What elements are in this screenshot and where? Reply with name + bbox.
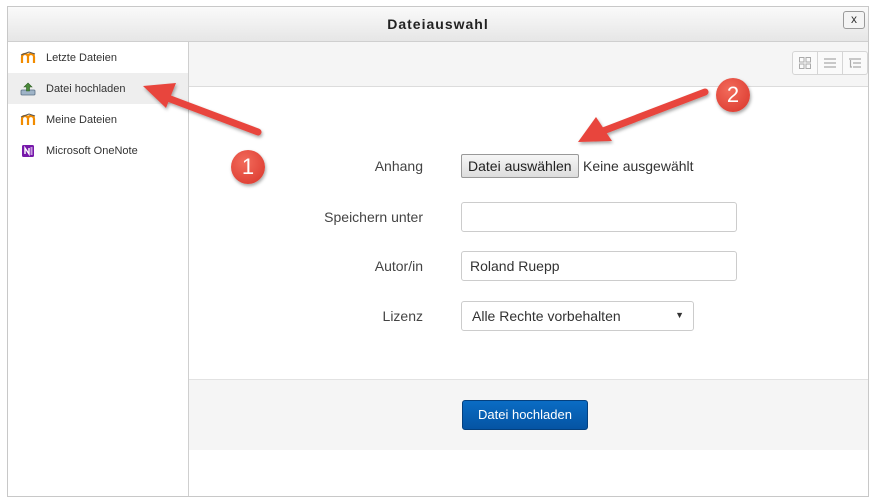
save-as-input[interactable] bbox=[461, 202, 737, 232]
annotation-badge-1: 1 bbox=[231, 150, 265, 184]
chevron-down-icon: ▼ bbox=[675, 310, 684, 320]
author-label: Autor/in bbox=[374, 258, 423, 274]
dialog-footer: Datei hochladen bbox=[189, 379, 868, 450]
sidebar-item-label: Meine Dateien bbox=[46, 113, 117, 126]
choose-file-button[interactable]: Datei auswählen bbox=[461, 154, 579, 178]
license-select-value: Alle Rechte vorbehalten bbox=[472, 308, 621, 324]
grid-view-button[interactable] bbox=[793, 52, 818, 74]
sidebar-item-recent-files[interactable]: Letzte Dateien bbox=[8, 42, 188, 73]
attachment-row: Anhang Datei auswählen Keine ausgewählt bbox=[189, 151, 849, 181]
license-label: Lizenz bbox=[382, 308, 423, 324]
tree-view-button[interactable] bbox=[843, 52, 867, 74]
upload-file-button[interactable]: Datei hochladen bbox=[462, 400, 588, 430]
tree-view-icon bbox=[849, 58, 861, 68]
grid-view-icon bbox=[799, 57, 811, 69]
sidebar-item-upload[interactable]: Datei hochladen bbox=[8, 73, 188, 104]
dialog-title: Dateiauswahl bbox=[387, 16, 489, 32]
view-switcher bbox=[792, 51, 868, 75]
onenote-icon bbox=[22, 144, 34, 157]
save-as-label: Speichern unter bbox=[324, 209, 423, 225]
dialog-titlebar: Dateiauswahl x bbox=[8, 7, 868, 42]
sidebar-item-label: Letzte Dateien bbox=[46, 51, 117, 64]
sidebar-item-label: Microsoft OneNote bbox=[46, 144, 138, 157]
author-input[interactable]: Roland Ruepp bbox=[461, 251, 737, 281]
no-file-selected-text: Keine ausgewählt bbox=[583, 158, 694, 174]
annotation-badge-2: 2 bbox=[716, 78, 750, 112]
list-view-icon bbox=[824, 58, 836, 68]
view-toolbar bbox=[189, 42, 868, 87]
moodle-icon bbox=[20, 50, 36, 63]
author-row: Autor/in Roland Ruepp bbox=[189, 251, 849, 281]
upload-panel: Anhang Datei auswählen Keine ausgewählt … bbox=[189, 42, 868, 496]
attachment-label: Anhang bbox=[374, 158, 423, 174]
sidebar-item-onenote[interactable]: Microsoft OneNote bbox=[8, 135, 188, 166]
upload-icon bbox=[20, 82, 36, 95]
license-row: Lizenz Alle Rechte vorbehalten ▼ bbox=[189, 301, 849, 331]
license-select[interactable]: Alle Rechte vorbehalten ▼ bbox=[461, 301, 694, 331]
close-icon: x bbox=[851, 12, 857, 26]
close-button[interactable]: x bbox=[843, 11, 865, 29]
sidebar-item-label: Datei hochladen bbox=[46, 82, 126, 95]
list-view-button[interactable] bbox=[818, 52, 843, 74]
save-as-row: Speichern unter bbox=[189, 202, 849, 232]
sidebar-item-my-files[interactable]: Meine Dateien bbox=[8, 104, 188, 135]
repository-sidebar: Letzte Dateien Datei hochladen Meine Dat… bbox=[8, 42, 189, 496]
moodle-icon bbox=[20, 112, 36, 125]
